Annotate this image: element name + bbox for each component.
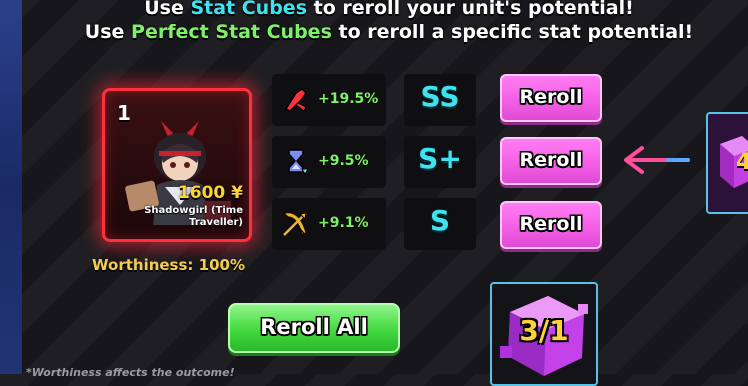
worthiness-footnote: *Worthiness affects the outcome! — [26, 366, 235, 379]
reroll-range-button[interactable]: Reroll — [500, 201, 602, 249]
reroll-cooldown-button[interactable]: Reroll — [500, 137, 602, 185]
stat-grade: S — [429, 204, 451, 237]
stat-cubes-highlight: Stat Cubes — [190, 0, 308, 19]
stat-cube-slot[interactable]: 3/1 — [490, 282, 598, 386]
instruction-line-1: Use Stat Cubes to reroll your unit's pot… — [30, 0, 748, 19]
left-panel-edge — [0, 0, 22, 374]
worthiness-label: Worthiness: 100% — [92, 256, 245, 274]
stat-grade: S+ — [418, 142, 462, 175]
hourglass-icon — [288, 149, 309, 175]
stat-value: +19.5% — [318, 91, 379, 107]
stat-grade: SS — [420, 80, 460, 113]
arrow-left-icon — [624, 146, 690, 174]
stat-row-cooldown: +9.5% — [272, 136, 386, 188]
stat-row-range: +9.1% — [272, 198, 386, 250]
perfect-stat-cubes-highlight: Perfect Stat Cubes — [131, 21, 332, 43]
instruction-line-2: Use Perfect Stat Cubes to reroll a speci… — [84, 21, 694, 43]
stat-value: +9.1% — [318, 215, 369, 231]
unit-placement-cost: 1600 ¥ — [177, 183, 243, 203]
reroll-all-button[interactable]: Reroll All — [228, 303, 400, 353]
unit-name: Shadowgirl (Time Traveller) — [144, 205, 243, 228]
damage-icon — [284, 88, 307, 112]
stat-row-damage: +19.5% — [272, 74, 386, 126]
perfect-cube-count: 4 — [736, 150, 748, 175]
stat-value: +9.5% — [318, 153, 369, 169]
stat-cube-count: 3/1 — [519, 314, 569, 347]
unit-level: 1 — [117, 101, 131, 125]
reroll-damage-button[interactable]: Reroll — [500, 74, 602, 122]
range-bow-icon — [283, 212, 307, 236]
grade-box: S+ — [404, 136, 476, 188]
grade-box: S — [404, 198, 476, 250]
unit-card[interactable]: 1 1600 ¥ Shadowgirl (Time Traveller) — [102, 88, 252, 242]
grade-box: SS — [404, 74, 476, 126]
perfect-stat-cube-slot[interactable]: 4 — [706, 112, 748, 214]
